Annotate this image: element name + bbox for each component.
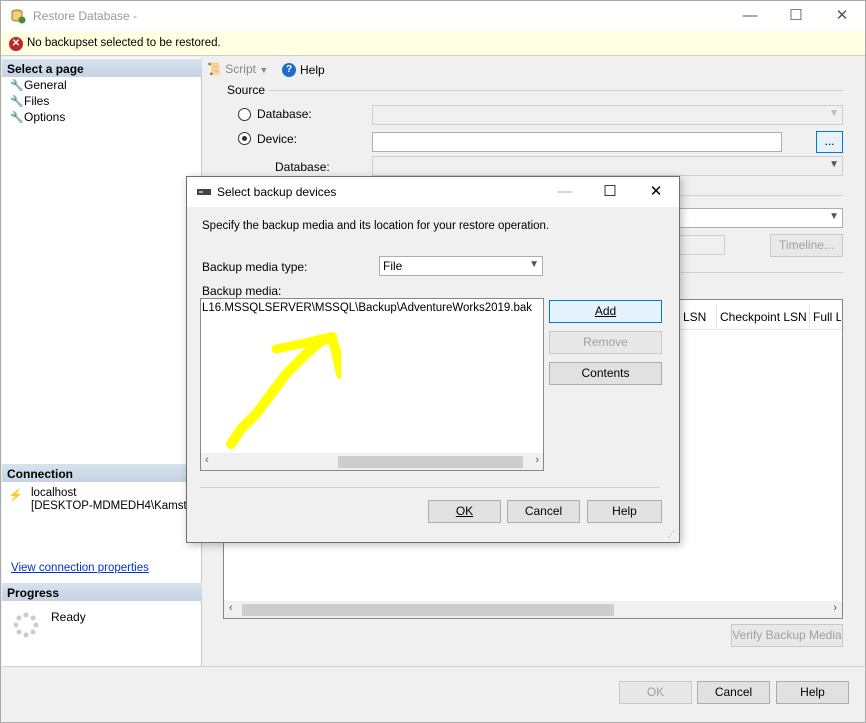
progress-spinner-icon xyxy=(12,611,40,639)
database-icon xyxy=(10,8,26,24)
page-options[interactable]: 🔧Options xyxy=(10,110,65,124)
scroll-left-icon[interactable]: ‹ xyxy=(205,454,209,466)
device-radio[interactable] xyxy=(238,132,251,145)
chevron-down-icon: ▼ xyxy=(529,259,539,270)
error-message: No backupset selected to be restored. xyxy=(27,37,221,49)
dialog-divider xyxy=(200,487,660,488)
error-icon: ✕ xyxy=(9,37,23,51)
help-label: Help xyxy=(300,63,325,77)
scroll-right-icon[interactable]: › xyxy=(535,454,539,466)
page-label: Files xyxy=(24,94,50,108)
source-database-select[interactable]: ▼ xyxy=(372,105,843,125)
grid-column-header[interactable]: LSN xyxy=(683,310,706,324)
dialog-maximize-button[interactable]: ☐ xyxy=(587,177,633,207)
page-files[interactable]: 🔧Files xyxy=(10,94,49,108)
grid-horizontal-scrollbar[interactable]: ‹ › xyxy=(224,601,842,618)
left-pane: Select a page 🔧General 🔧Files 🔧Options C… xyxy=(2,58,202,666)
progress-header: Progress xyxy=(2,583,202,601)
window-title: Restore Database - xyxy=(33,9,138,23)
script-icon: 📜 xyxy=(207,62,222,76)
grid-column-header[interactable]: Full LS xyxy=(813,310,841,324)
database-radio[interactable] xyxy=(238,108,251,121)
view-connection-properties-link[interactable]: View connection properties xyxy=(11,562,149,574)
verify-backup-media-button[interactable]: Verify Backup Media xyxy=(731,624,843,647)
list-item[interactable]: L16.MSSQLSERVER\MSSQL\Backup\AdventureWo… xyxy=(202,302,532,314)
select-page-header: Select a page xyxy=(2,59,202,77)
title-bar: Restore Database - — ☐ ✕ xyxy=(1,1,865,31)
backup-sets-divider xyxy=(681,272,843,273)
minimize-button[interactable]: — xyxy=(727,1,773,31)
connection-user: [DESKTOP-MDMEDH4\Kamsted xyxy=(31,500,200,512)
contents-button[interactable]: Contents xyxy=(549,362,662,385)
progress-status: Ready xyxy=(51,610,86,624)
dialog-help-button[interactable]: Help xyxy=(587,500,662,523)
select-backup-devices-dialog: Select backup devices — ☐ ✕ Specify the … xyxy=(186,176,680,543)
device-path-input[interactable] xyxy=(372,132,782,152)
wrench-icon: 🔧 xyxy=(10,112,24,124)
backup-media-label: Backup media: xyxy=(202,284,282,298)
dialog-description: Specify the backup media and its locatio… xyxy=(202,220,550,232)
cancel-button[interactable]: Cancel xyxy=(697,681,770,704)
remove-button[interactable]: Remove xyxy=(549,331,662,354)
add-button[interactable]: Add xyxy=(549,300,662,323)
scroll-left-icon[interactable]: ‹ xyxy=(229,602,233,614)
chevron-down-icon: ▼ xyxy=(829,159,839,170)
grid-header: LSN Checkpoint LSN Full LS xyxy=(680,300,842,330)
script-button[interactable]: 📜 Script ▼ xyxy=(207,62,268,80)
maximize-button[interactable]: ☐ xyxy=(773,1,819,31)
wrench-icon: 🔧 xyxy=(10,96,24,108)
server-connection-icon: ⚡ xyxy=(8,488,23,502)
help-button[interactable]: Help xyxy=(776,681,849,704)
scrollbar-thumb[interactable] xyxy=(242,604,614,616)
source-label: Source xyxy=(227,83,266,97)
help-icon: ? xyxy=(282,63,296,77)
destination-database-select[interactable]: ▼ xyxy=(679,208,843,228)
device-radio-label: Device: xyxy=(257,132,298,146)
timeline-button[interactable]: Timeline... xyxy=(770,234,843,257)
column-separator xyxy=(716,304,717,328)
page-general[interactable]: 🔧General xyxy=(10,78,67,92)
scroll-right-icon[interactable]: › xyxy=(833,602,837,614)
device-database-select[interactable]: ▼ xyxy=(372,156,843,176)
media-type-value: File xyxy=(383,259,403,273)
scrollbar-thumb[interactable] xyxy=(338,456,523,468)
column-separator xyxy=(809,304,810,328)
database-radio-label: Database: xyxy=(257,107,312,121)
backup-media-list[interactable]: L16.MSSQLSERVER\MSSQL\Backup\AdventureWo… xyxy=(200,298,544,471)
ok-button[interactable]: OK xyxy=(619,681,692,704)
media-type-select[interactable]: File ▼ xyxy=(379,256,543,276)
resize-grip-icon[interactable]: ⋰ xyxy=(667,530,675,539)
dialog-ok-button[interactable]: OK xyxy=(428,500,501,523)
page-label: General xyxy=(24,78,67,92)
tape-drive-icon xyxy=(196,186,212,196)
script-label: Script xyxy=(225,62,256,76)
chevron-down-icon: ▼ xyxy=(259,65,269,75)
chevron-down-icon: ▼ xyxy=(829,108,839,119)
close-button[interactable]: ✕ xyxy=(819,1,865,31)
dialog-title: Select backup devices xyxy=(217,185,337,199)
error-bar: ✕ No backupset selected to be restored. xyxy=(1,31,865,56)
dialog-minimize-button[interactable]: — xyxy=(542,177,588,207)
source-divider xyxy=(269,90,843,91)
device-browse-button[interactable]: ... xyxy=(816,131,843,153)
grid-column-header[interactable]: Checkpoint LSN xyxy=(720,310,807,324)
wrench-icon: 🔧 xyxy=(10,80,24,92)
annotation-arrow xyxy=(226,332,341,449)
media-type-label: Backup media type: xyxy=(202,260,308,274)
connection-header: Connection xyxy=(2,464,202,482)
dialog-close-button[interactable]: ✕ xyxy=(633,177,679,207)
server-name: localhost xyxy=(31,487,77,499)
device-database-label: Database: xyxy=(275,160,330,174)
restore-to-field[interactable] xyxy=(679,235,725,255)
bottom-divider xyxy=(2,666,866,667)
media-list-scrollbar[interactable]: ‹ › xyxy=(201,453,543,470)
dialog-cancel-button[interactable]: Cancel xyxy=(507,500,580,523)
destination-divider xyxy=(681,195,843,196)
dialog-title-bar: Select backup devices — ☐ ✕ xyxy=(187,177,679,207)
page-label: Options xyxy=(24,110,66,124)
chevron-down-icon: ▼ xyxy=(829,211,839,222)
